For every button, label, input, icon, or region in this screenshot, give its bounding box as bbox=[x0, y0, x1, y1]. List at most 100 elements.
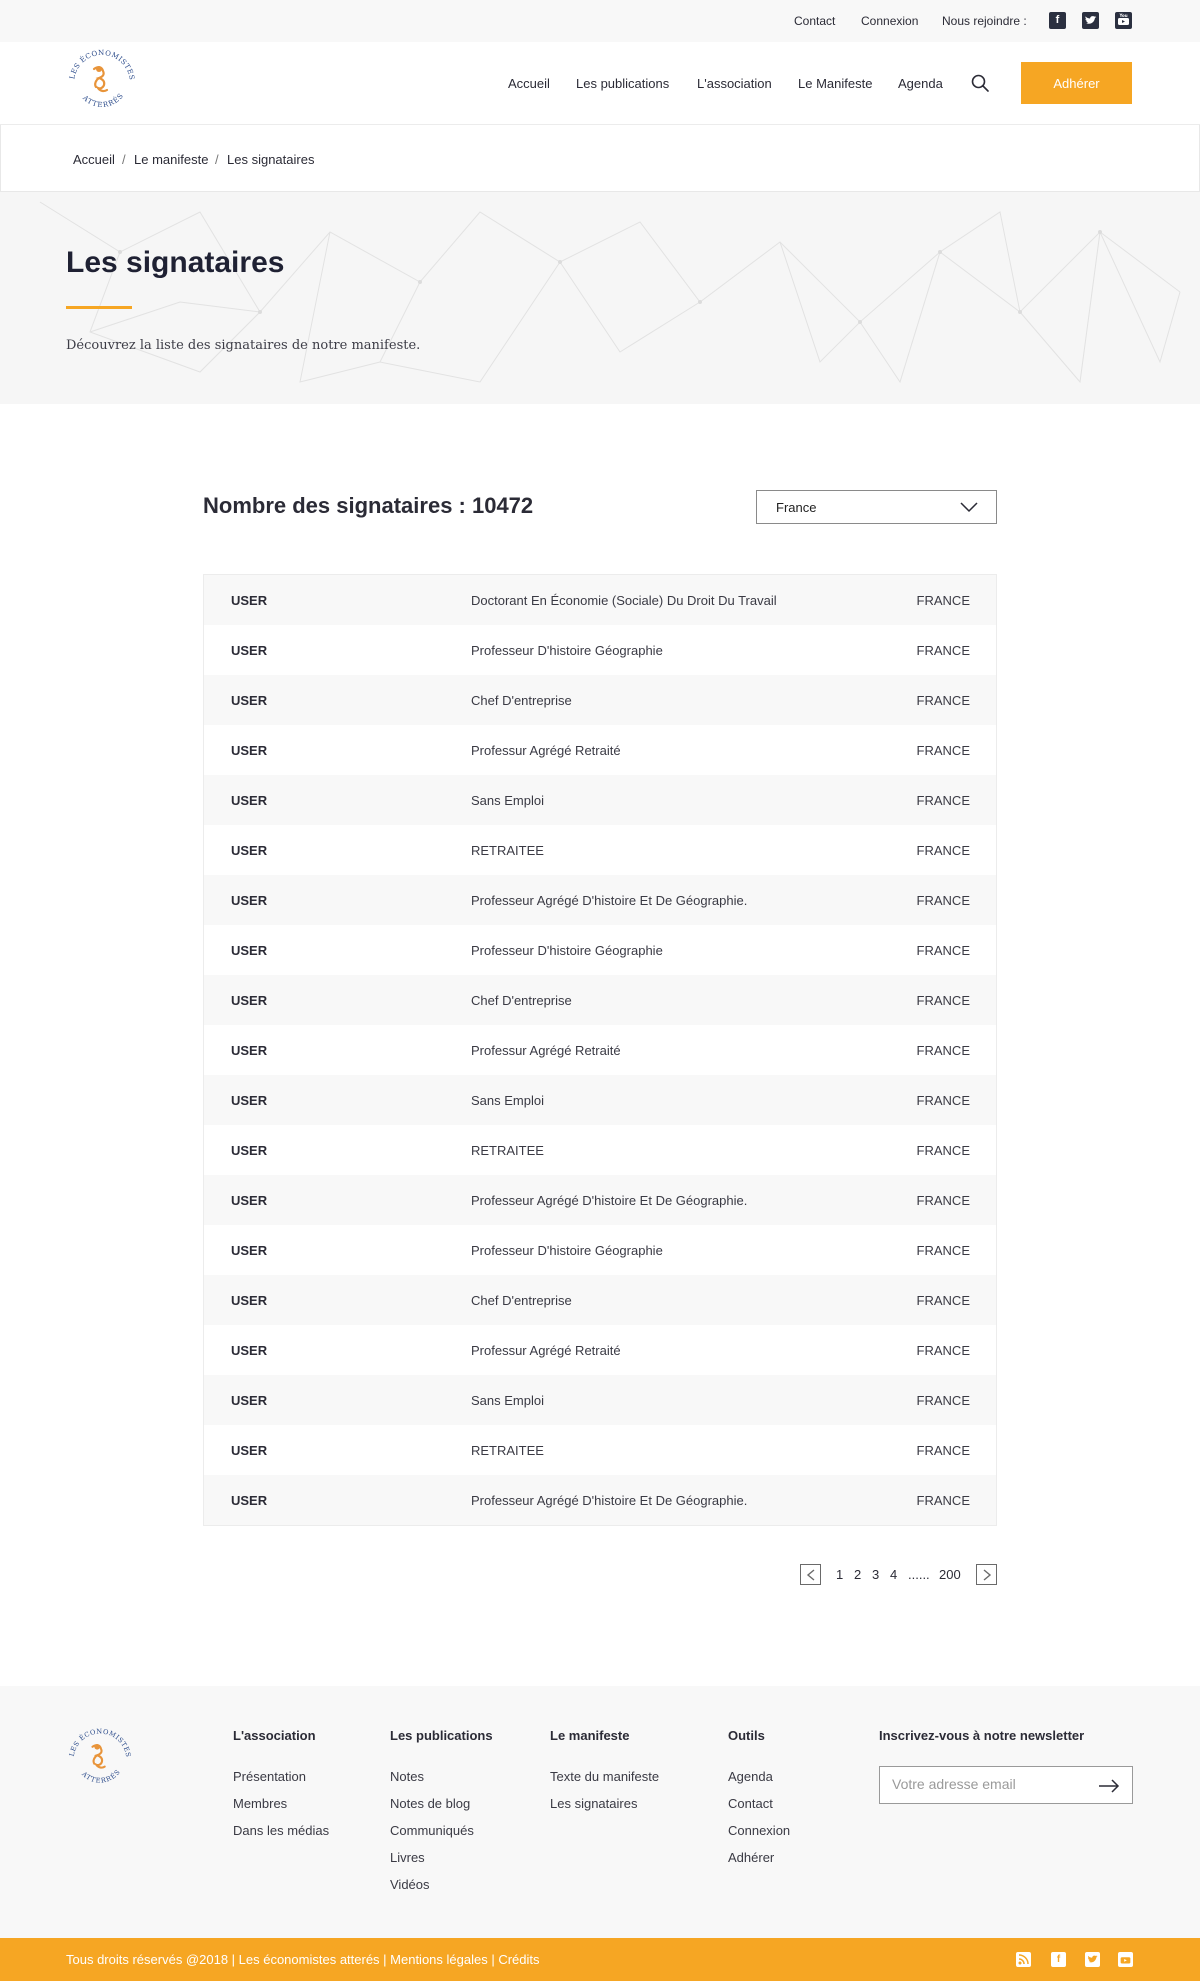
signatory-name: USER bbox=[231, 1393, 268, 1408]
signatories-table: USER Doctorant En Économie (Sociale) Du D… bbox=[203, 574, 997, 1526]
footer-col-title-association: L'association bbox=[233, 1728, 316, 1743]
signatory-name: USER bbox=[231, 593, 268, 608]
nav-agenda[interactable]: Agenda bbox=[898, 76, 943, 91]
table-row: USER Professeur Agrégé D'histoire Et De G… bbox=[204, 875, 996, 925]
signatory-title: Sans Emploi bbox=[471, 793, 544, 808]
table-row: USER Chef D'entreprise FRANCE bbox=[204, 675, 996, 725]
signatory-title: Sans Emploi bbox=[471, 1093, 544, 1108]
chevron-right-icon bbox=[983, 1569, 992, 1581]
footer-link-notes[interactable]: Notes bbox=[390, 1769, 424, 1784]
signatory-name: USER bbox=[231, 1493, 268, 1508]
signatory-name: USER bbox=[231, 1443, 268, 1458]
pagination-page[interactable]: 3 bbox=[872, 1567, 879, 1582]
svg-text:ATTERRÉS: ATTERRÉS bbox=[79, 1768, 122, 1785]
table-row: USER Professur Agrégé Retraité FRANCE bbox=[204, 725, 996, 775]
footer-link-medias[interactable]: Dans les médias bbox=[233, 1823, 329, 1838]
pagination-page[interactable]: 4 bbox=[890, 1567, 897, 1582]
table-row: USER Professur Agrégé Retraité FRANCE bbox=[204, 1325, 996, 1375]
join-button[interactable]: Adhérer bbox=[1021, 62, 1132, 104]
top-utility-bar: Contact Connexion Nous rejoindre : f You bbox=[0, 0, 1200, 42]
pagination-prev-button[interactable] bbox=[800, 1564, 821, 1585]
table-row: USER Doctorant En Économie (Sociale) Du D… bbox=[204, 575, 996, 625]
signatory-country: FRANCE bbox=[916, 793, 970, 808]
signatory-name: USER bbox=[231, 793, 268, 808]
footer-col-title-publications: Les publications bbox=[390, 1728, 493, 1743]
signatory-title: Chef D'entreprise bbox=[471, 693, 572, 708]
newsletter-email-input[interactable] bbox=[892, 1776, 1082, 1792]
footer-link-membres[interactable]: Membres bbox=[233, 1796, 287, 1811]
site-logo[interactable]: LES ÉCONOMISTES ATTERRÉS bbox=[66, 47, 138, 119]
table-row: USER Professur Agrégé Retraité FRANCE bbox=[204, 1025, 996, 1075]
footer-link-notes-blog[interactable]: Notes de blog bbox=[390, 1796, 470, 1811]
footer-link-videos[interactable]: Vidéos bbox=[390, 1877, 430, 1892]
table-row: USER RETRAITEE FRANCE bbox=[204, 1125, 996, 1175]
footer-link-contact[interactable]: Contact bbox=[728, 1796, 773, 1811]
signatory-country: FRANCE bbox=[916, 693, 970, 708]
footer-link-presentation[interactable]: Présentation bbox=[233, 1769, 306, 1784]
signatory-title: Professur Agrégé Retraité bbox=[471, 1343, 621, 1358]
signatory-country: FRANCE bbox=[916, 1243, 970, 1258]
nav-manifeste[interactable]: Le Manifeste bbox=[798, 76, 872, 91]
nav-publications[interactable]: Les publications bbox=[576, 76, 669, 91]
footer-link-adherer[interactable]: Adhérer bbox=[728, 1850, 774, 1865]
table-row: USER Professeur Agrégé D'histoire Et De G… bbox=[204, 1475, 996, 1525]
signatory-name: USER bbox=[231, 1243, 268, 1258]
facebook-icon[interactable]: f bbox=[1051, 1952, 1066, 1967]
rss-icon[interactable] bbox=[1016, 1952, 1031, 1967]
signatory-country: FRANCE bbox=[916, 593, 970, 608]
twitter-icon[interactable] bbox=[1085, 1952, 1100, 1967]
breadcrumb: Accueil / Le manifeste / Les signataires bbox=[0, 125, 1200, 192]
nav-accueil[interactable]: Accueil bbox=[508, 76, 550, 91]
copyright-bar: Tous droits réservés @2018 | Les économi… bbox=[0, 1938, 1200, 1981]
nav-association[interactable]: L'association bbox=[697, 76, 772, 91]
youtube-icon[interactable] bbox=[1118, 1952, 1133, 1967]
arrow-right-icon[interactable] bbox=[1098, 1779, 1120, 1793]
breadcrumb-home[interactable]: Accueil bbox=[73, 152, 115, 167]
main-header: LES ÉCONOMISTES ATTERRÉS Accueil Les pub… bbox=[0, 42, 1200, 125]
signatory-country: FRANCE bbox=[916, 1143, 970, 1158]
footer-link-communiques[interactable]: Communiqués bbox=[390, 1823, 474, 1838]
footer-link-texte-manifeste[interactable]: Texte du manifeste bbox=[550, 1769, 659, 1784]
footer-link-livres[interactable]: Livres bbox=[390, 1850, 425, 1865]
pagination-page-last[interactable]: 200 bbox=[939, 1567, 961, 1582]
pagination-page[interactable]: 2 bbox=[854, 1567, 861, 1582]
signatory-country: FRANCE bbox=[916, 1393, 970, 1408]
pagination-ellipsis: ...... bbox=[908, 1567, 930, 1582]
contact-link[interactable]: Contact bbox=[794, 14, 835, 28]
signatory-country: FRANCE bbox=[916, 843, 970, 858]
table-row: USER Chef D'entreprise FRANCE bbox=[204, 975, 996, 1025]
table-row: USER Professeur D'histoire Géographie FRAN… bbox=[204, 625, 996, 675]
twitter-icon[interactable] bbox=[1082, 12, 1099, 29]
signatory-country: FRANCE bbox=[916, 1343, 970, 1358]
signatory-name: USER bbox=[231, 943, 268, 958]
pagination-page[interactable]: 1 bbox=[836, 1567, 843, 1582]
table-row: USER Professeur D'histoire Géographie FRAN… bbox=[204, 925, 996, 975]
signatory-country: FRANCE bbox=[916, 1443, 970, 1458]
svg-text:ATTERRÉS: ATTERRÉS bbox=[80, 91, 125, 109]
pagination-next-button[interactable] bbox=[976, 1564, 997, 1585]
signatory-name: USER bbox=[231, 1093, 268, 1108]
footer-logo[interactable]: LES ÉCONOMISTES ATTERRÉS bbox=[66, 1726, 134, 1794]
signatory-country: FRANCE bbox=[916, 743, 970, 758]
network-background bbox=[39, 201, 1181, 384]
table-row: USER Professeur Agrégé D'histoire Et De G… bbox=[204, 1175, 996, 1225]
footer-col-title-manifeste: Le manifeste bbox=[550, 1728, 630, 1743]
newsletter-title: Inscrivez-vous à notre newsletter bbox=[879, 1728, 1085, 1743]
breadcrumb-manifeste[interactable]: Le manifeste bbox=[134, 152, 208, 167]
search-icon[interactable] bbox=[970, 73, 990, 93]
country-select[interactable]: France bbox=[756, 490, 997, 524]
footer-link-signataires[interactable]: Les signataires bbox=[550, 1796, 637, 1811]
signatory-country: FRANCE bbox=[916, 893, 970, 908]
signatory-title: Chef D'entreprise bbox=[471, 1293, 572, 1308]
youtube-icon[interactable]: You bbox=[1115, 12, 1132, 29]
footer-link-connexion[interactable]: Connexion bbox=[728, 1823, 790, 1838]
signatory-name: USER bbox=[231, 1043, 268, 1058]
join-us-label: Nous rejoindre : bbox=[942, 14, 1027, 28]
signatory-country: FRANCE bbox=[916, 993, 970, 1008]
footer-link-agenda[interactable]: Agenda bbox=[728, 1769, 773, 1784]
login-link[interactable]: Connexion bbox=[861, 14, 918, 28]
facebook-icon[interactable]: f bbox=[1049, 12, 1066, 29]
signatory-title: Professeur Agrégé D'histoire Et De Géogr… bbox=[471, 1193, 748, 1208]
page-title: Les signataires bbox=[66, 246, 285, 279]
signatory-title: RETRAITEE bbox=[471, 1443, 544, 1458]
